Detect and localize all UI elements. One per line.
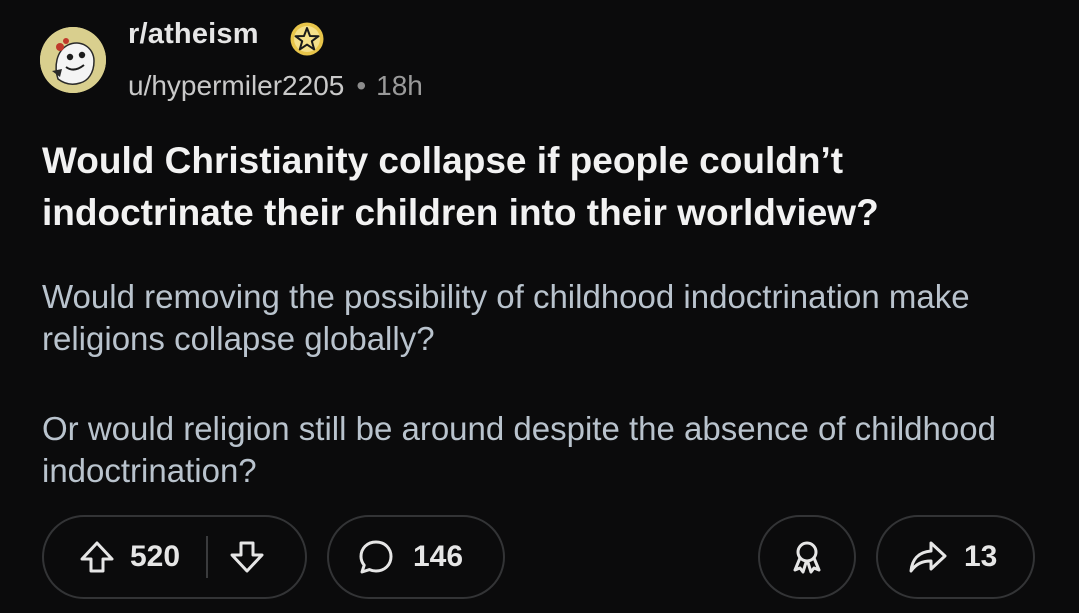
share-arrow-icon (908, 539, 948, 575)
subreddit-name[interactable]: r/atheism (128, 18, 259, 51)
vote-count: 520 (130, 540, 181, 573)
meta-separator: • (356, 70, 367, 101)
comment-count: 146 (413, 540, 464, 573)
post-body-paragraph: Or would religion still be around despit… (42, 410, 996, 489)
post-age: 18h (376, 70, 423, 101)
ghost-mascot-icon (40, 27, 106, 93)
comments-button[interactable]: 146 (327, 515, 505, 599)
post-meta: u/hypermiler2205 • 18h (128, 70, 423, 102)
award-ribbon-icon (789, 539, 825, 575)
share-count: 13 (964, 540, 998, 573)
post-body-paragraph: Would removing the possibility of childh… (42, 278, 970, 357)
speech-bubble-icon (357, 538, 395, 576)
vote-bar: 520 (42, 515, 307, 599)
post-card[interactable]: r/atheism u/hypermiler2205 • 18h Would Chr… (0, 0, 1079, 613)
star-award-icon (288, 20, 326, 58)
downvote-arrow-icon[interactable] (228, 538, 266, 576)
subreddit-avatar[interactable] (40, 27, 106, 93)
share-button[interactable]: 13 (876, 515, 1035, 599)
post-title[interactable]: Would Christianity collapse if people co… (42, 135, 1042, 239)
upvote-arrow-icon[interactable] (78, 538, 116, 576)
author-link[interactable]: u/hypermiler2205 (128, 70, 344, 101)
vote-divider (206, 536, 209, 578)
give-award-button[interactable] (758, 515, 856, 599)
